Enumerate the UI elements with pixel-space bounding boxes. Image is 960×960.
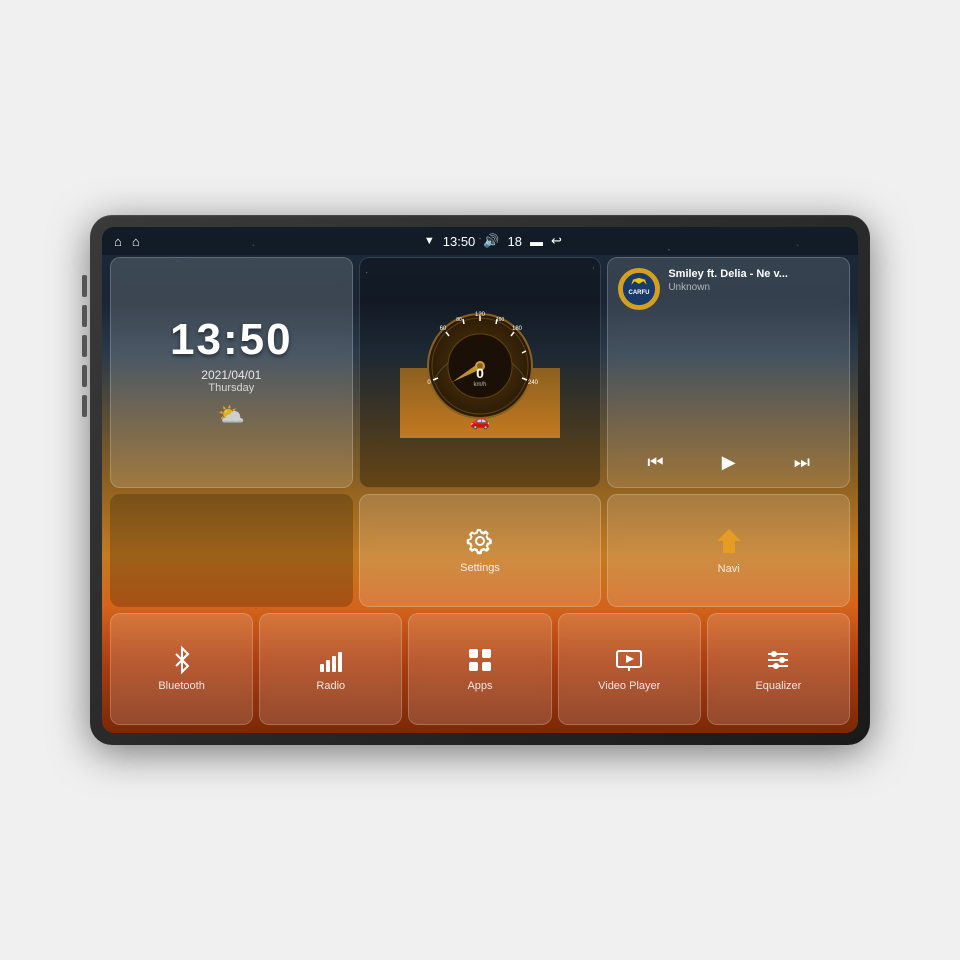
top-row: 13:50 2021/04/01 Thursday ⛅ xyxy=(110,257,850,488)
bluetooth-label: Bluetooth xyxy=(158,680,204,692)
back-side-button[interactable] xyxy=(82,335,87,357)
main-grid: 13:50 2021/04/01 Thursday ⛅ xyxy=(110,257,850,725)
apps-icon xyxy=(466,646,494,674)
bottom-section: Settings Navi xyxy=(110,494,850,725)
vol-up-button[interactable] xyxy=(82,365,87,387)
svg-text:CARFU: CARFU xyxy=(629,290,650,296)
settings-row: Settings Navi xyxy=(110,494,850,607)
gear-icon xyxy=(465,526,495,556)
bluetooth-icon xyxy=(168,646,196,674)
clock-time: 13:50 xyxy=(170,318,293,362)
navi-button[interactable]: Navi xyxy=(607,494,850,607)
navi-icon xyxy=(713,525,745,557)
back-icon[interactable]: ↩ xyxy=(551,233,562,249)
radio-button[interactable]: Radio xyxy=(259,613,402,726)
location-icon[interactable]: ⌂ xyxy=(132,234,140,249)
prev-button[interactable]: ⏮ xyxy=(643,448,667,477)
equalizer-button[interactable]: Equalizer xyxy=(707,613,850,726)
power-button[interactable] xyxy=(82,275,87,297)
apps-row: Bluetooth Radio xyxy=(110,613,850,726)
svg-text:60: 60 xyxy=(440,326,447,332)
road-area xyxy=(110,494,353,607)
settings-label: Settings xyxy=(460,562,500,574)
home-icon[interactable]: ⌂ xyxy=(114,234,122,249)
video-label: Video Player xyxy=(598,680,660,692)
home-side-button[interactable] xyxy=(82,305,87,327)
music-info: Smiley ft. Delia - Ne v... Unknown xyxy=(668,268,839,293)
music-logo: CARFU xyxy=(618,268,660,310)
video-button[interactable]: Video Player xyxy=(558,613,701,726)
apps-label: Apps xyxy=(467,680,492,692)
speedometer-svg: 0 60 120 180 240 80 160 xyxy=(400,308,560,438)
speedometer-widget: 0 60 120 180 240 80 160 xyxy=(359,257,602,488)
equalizer-icon xyxy=(764,646,792,674)
video-icon xyxy=(615,646,643,674)
music-info-row: CARFU Smiley ft. Delia - Ne v... Unknown xyxy=(618,268,839,310)
music-title: Smiley ft. Delia - Ne v... xyxy=(668,268,839,280)
svg-text:240: 240 xyxy=(528,380,539,386)
speedo-container: 0 60 120 180 240 80 160 xyxy=(360,258,601,487)
music-widget[interactable]: CARFU Smiley ft. Delia - Ne v... Unknown… xyxy=(607,257,850,488)
side-buttons xyxy=(82,275,87,417)
clock-widget[interactable]: 13:50 2021/04/01 Thursday ⛅ xyxy=(110,257,353,488)
music-artist: Unknown xyxy=(668,282,839,293)
svg-text:80: 80 xyxy=(456,317,462,323)
car-head-unit: ⌂ ⌂ ▼ 13:50 🔊 18 ▬ ↩ 13:50 2021/04/01 xyxy=(90,215,870,745)
radio-label: Radio xyxy=(316,680,345,692)
svg-text:🚗: 🚗 xyxy=(470,413,490,430)
vol-down-button[interactable] xyxy=(82,395,87,417)
weather-icon: ⛅ xyxy=(218,402,245,428)
status-bar: ⌂ ⌂ ▼ 13:50 🔊 18 ▬ ↩ xyxy=(102,227,858,255)
apps-button[interactable]: Apps xyxy=(408,613,551,726)
wifi-icon: ▼ xyxy=(424,235,435,247)
battery-icon: ▬ xyxy=(530,234,543,249)
status-center: ▼ 13:50 🔊 18 ▬ ↩ xyxy=(424,233,562,249)
status-left-icons: ⌂ ⌂ xyxy=(114,234,140,249)
music-controls: ⏮ ▶ ⏭ xyxy=(618,448,839,477)
play-button[interactable]: ▶ xyxy=(718,448,740,477)
svg-text:0: 0 xyxy=(476,365,484,381)
svg-text:km/h: km/h xyxy=(473,382,486,388)
volume-level: 18 xyxy=(507,234,521,249)
clock-date: 2021/04/01 xyxy=(201,368,261,382)
radio-icon xyxy=(317,646,345,674)
settings-button[interactable]: Settings xyxy=(359,494,602,607)
status-time: 13:50 xyxy=(443,234,476,249)
next-button[interactable]: ⏭ xyxy=(790,448,814,477)
volume-icon: 🔊 xyxy=(483,233,499,249)
bluetooth-button[interactable]: Bluetooth xyxy=(110,613,253,726)
svg-text:180: 180 xyxy=(512,326,523,332)
svg-text:160: 160 xyxy=(496,317,505,323)
screen: ⌂ ⌂ ▼ 13:50 🔊 18 ▬ ↩ 13:50 2021/04/01 xyxy=(102,227,858,733)
equalizer-label: Equalizer xyxy=(755,680,801,692)
navi-label: Navi xyxy=(718,563,740,575)
svg-text:120: 120 xyxy=(475,312,486,318)
clock-day: Thursday xyxy=(208,382,254,394)
